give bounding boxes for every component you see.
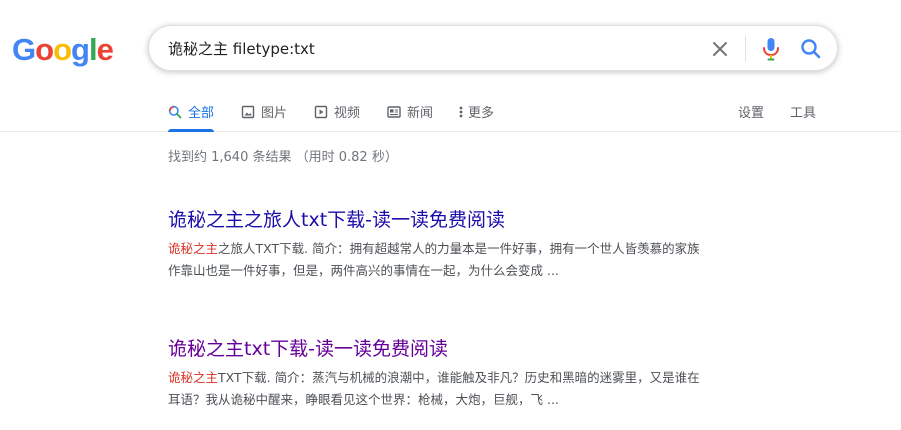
search-input[interactable]	[168, 26, 688, 70]
result-snippet: 诡秘之主TXT下载. 简介：蒸汽与机械的浪潮中，谁能触及非凡？历史和黑暗的迷雾里…	[168, 367, 768, 411]
tab-label: 新闻	[407, 106, 434, 121]
logo-letter: e	[96, 32, 114, 67]
logo-letter: l	[88, 32, 98, 67]
tab-all[interactable]: 全部	[168, 92, 215, 132]
tab-label: 更多	[468, 106, 495, 121]
logo-letter: g	[71, 32, 90, 67]
tools-button[interactable]: 工具	[790, 92, 816, 131]
image-icon	[241, 105, 255, 119]
tab-videos[interactable]: 视频	[314, 92, 360, 131]
settings-button[interactable]: 设置	[738, 92, 764, 131]
tab-news[interactable]: 新闻	[387, 92, 433, 131]
snippet-text: 之旅人TXT下载. 简介：拥有超越常人的力量本是一件好事，拥有一个世人皆羡慕的家…	[218, 241, 700, 256]
search-result: 诡秘之主之旅人txt下载-读一读免费阅读 诡秘之主之旅人TXT下载. 简介：拥有…	[168, 207, 768, 282]
snippet-text: TXT下载. 简介：蒸汽与机械的浪潮中，谁能触及非凡？历史和黑暗的迷雾里，又是谁…	[218, 370, 700, 385]
tab-label: 图片	[261, 106, 288, 121]
google-logo[interactable]: Google	[12, 30, 114, 70]
search-box	[148, 25, 838, 71]
header: Google	[0, 0, 901, 92]
tab-images[interactable]: 图片	[241, 92, 287, 131]
logo-letter: o	[53, 32, 72, 67]
tab-label: 全部	[188, 106, 215, 121]
result-snippet: 诡秘之主之旅人TXT下载. 简介：拥有超越常人的力量本是一件好事，拥有一个世人皆…	[168, 238, 768, 282]
tab-more[interactable]: 更多	[458, 92, 494, 131]
search-icon	[801, 39, 821, 59]
voice-search-button[interactable]	[759, 36, 783, 62]
tools-label: 工具	[790, 106, 817, 121]
search-button[interactable]	[798, 36, 824, 62]
snippet-text: 耳语？我从诡秘中醒来，睁眼看见这个世界：枪械，大炮，巨舰，飞 ...	[168, 392, 559, 407]
search-result: 诡秘之主txt下载-读一读免费阅读 诡秘之主TXT下载. 简介：蒸汽与机械的浪潮…	[168, 336, 768, 411]
tab-label: 视频	[334, 106, 361, 121]
video-icon	[314, 105, 328, 119]
close-icon	[713, 42, 727, 56]
more-vert-icon	[458, 105, 464, 119]
search-icon	[168, 105, 182, 119]
result-title-link[interactable]: 诡秘之主之旅人txt下载-读一读免费阅读	[168, 207, 768, 233]
microphone-icon	[763, 38, 779, 61]
settings-label: 设置	[738, 106, 765, 121]
snippet-highlight: 诡秘之主	[168, 241, 219, 256]
result-stats: 找到约 1,640 条结果 （用时 0.82 秒）	[168, 150, 398, 165]
result-title-link[interactable]: 诡秘之主txt下载-读一读免费阅读	[168, 336, 768, 362]
snippet-highlight: 诡秘之主	[168, 370, 219, 385]
news-icon	[387, 105, 401, 119]
logo-letter: o	[35, 32, 54, 67]
snippet-text: 作靠山也是一件好事，但是，两件高兴的事情在一起，为什么会变成 ...	[168, 263, 559, 278]
search-divider	[745, 36, 746, 62]
search-tabs: 全部 图片 视频 新闻 更多 设置 工具	[0, 92, 901, 132]
logo-letter: G	[12, 32, 36, 67]
clear-button[interactable]	[708, 37, 732, 61]
